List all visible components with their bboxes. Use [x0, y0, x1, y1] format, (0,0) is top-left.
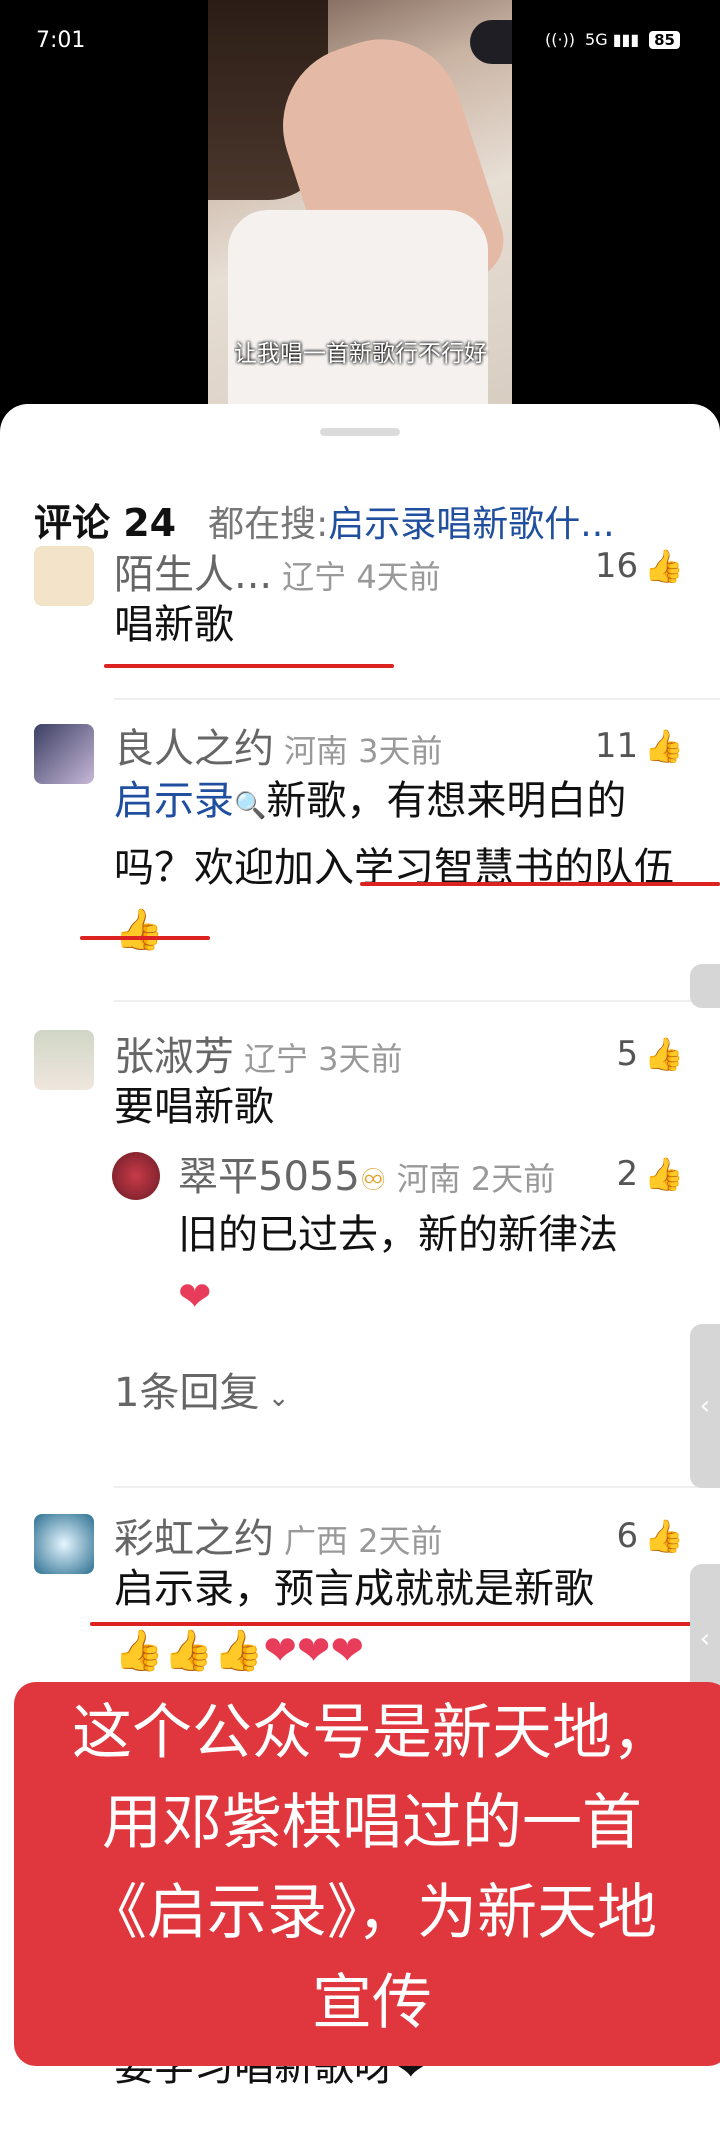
- side-drawer-tab[interactable]: ‹: [690, 1324, 720, 1488]
- like-button[interactable]: 16 👍: [595, 546, 684, 586]
- banner-line: 这个公众号是新天地，: [72, 1698, 672, 1768]
- thumbs-up-icon: 👍: [644, 1155, 684, 1193]
- banner-line: 宣传: [312, 1968, 432, 2038]
- comments-title: 评论 24: [34, 501, 177, 545]
- comment-author[interactable]: 良人之约 河南 3天前: [114, 716, 443, 774]
- like-button[interactable]: 6 👍: [617, 1516, 684, 1556]
- battery-icon: 85: [649, 30, 680, 49]
- comment-item: 张淑芳 辽宁 3天前 5 👍 要唱新歌 翠平5055♾ 河南 2天前 2 👍 旧的已过去…: [0, 1024, 720, 1494]
- comment-text: 唱新歌: [114, 602, 234, 648]
- reply-author[interactable]: 翠平5055♾ 河南 2天前: [178, 1144, 555, 1202]
- like-button[interactable]: 5 👍: [617, 1034, 684, 1074]
- reply-like-button[interactable]: 2 👍: [617, 1154, 684, 1194]
- divider: [114, 1486, 720, 1488]
- heart-emoji: ❤: [178, 1274, 212, 1320]
- emoji-row: 👍👍👍❤❤❤: [114, 1628, 364, 1674]
- signal-icon: 5G ▮▮▮: [585, 30, 640, 49]
- video-figure-dress: [228, 210, 488, 405]
- chevron-down-icon: ⌄: [259, 1383, 290, 1413]
- divider: [114, 698, 720, 700]
- comment-text: 要唱新歌: [114, 1084, 274, 1130]
- divider: [114, 1000, 720, 1002]
- red-underline-annotation: [360, 882, 720, 886]
- status-bar: 7:01 ((·)) 5G ▮▮▮ 85: [0, 0, 720, 80]
- wifi-icon: ((·)): [544, 30, 576, 49]
- banner-line: 《启示录》，为新天地: [87, 1878, 657, 1948]
- red-underline-annotation: [80, 936, 210, 940]
- red-underline-annotation: [90, 1622, 720, 1626]
- drag-handle[interactable]: [320, 428, 400, 436]
- search-small-icon: 🔍: [234, 791, 267, 821]
- chevron-left-icon: ‹: [699, 1391, 711, 1421]
- avatar[interactable]: [34, 1030, 94, 1090]
- comment-item: 陌生人... 辽宁 4天前 16 👍 唱新歌: [0, 546, 720, 694]
- status-time: 7:01: [36, 28, 86, 53]
- comment-author[interactable]: 陌生人... 辽宁 4天前: [114, 542, 441, 600]
- chevron-left-icon: ‹: [699, 1624, 711, 1654]
- reply-text: 旧的已过去，新的新律法 ❤: [178, 1212, 618, 1320]
- thumbs-up-icon: 👍: [644, 547, 684, 585]
- avatar[interactable]: [34, 546, 94, 606]
- search-hint-label: 都在搜:: [208, 504, 329, 545]
- search-keyword-link[interactable]: 启示录: [114, 778, 234, 824]
- overlay-annotation-banner: 这个公众号是新天地， 用邓紫棋唱过的一首 《启示录》，为新天地 宣传: [14, 1682, 720, 2066]
- comment-text: 启示录🔍新歌，有想来明白的吗？欢迎加入学习智慧书的队伍👍: [114, 778, 674, 953]
- video-subtitle: 让我唱一首新歌行不行好: [234, 341, 487, 367]
- side-drawer-tab[interactable]: [690, 964, 720, 1008]
- red-underline-annotation: [104, 664, 394, 668]
- comment-author[interactable]: 张淑芳 辽宁 3天前: [114, 1024, 403, 1082]
- status-icons: ((·)) 5G ▮▮▮ 85: [545, 30, 680, 49]
- avatar[interactable]: [34, 1514, 94, 1574]
- search-suggestion-link[interactable]: 启示录唱新歌什...: [328, 495, 614, 547]
- banner-line: 用邓紫棋唱过的一首: [102, 1788, 642, 1858]
- expand-replies-button[interactable]: 1条回复 ⌄: [114, 1360, 290, 1418]
- like-button[interactable]: 11 👍: [595, 726, 684, 766]
- avatar[interactable]: [34, 724, 94, 784]
- thumbs-up-icon: 👍: [644, 727, 684, 765]
- thumbs-up-icon: 👍: [644, 1517, 684, 1555]
- comments-header: 评论 24 都在搜: 启示录唱新歌什...: [34, 492, 694, 547]
- comment-author[interactable]: 彩虹之约 广西 2天前: [114, 1506, 443, 1564]
- comment-text: 启示录，预言成就就是新歌 👍👍👍❤❤❤: [114, 1566, 594, 1674]
- comment-item: 良人之约 河南 3天前 11 👍 启示录🔍新歌，有想来明白的吗？欢迎加入学习智慧书的…: [0, 714, 720, 1004]
- reply-avatar[interactable]: [112, 1152, 160, 1200]
- thumbs-up-icon: 👍: [644, 1035, 684, 1073]
- badge-icon: ♾: [359, 1163, 387, 1198]
